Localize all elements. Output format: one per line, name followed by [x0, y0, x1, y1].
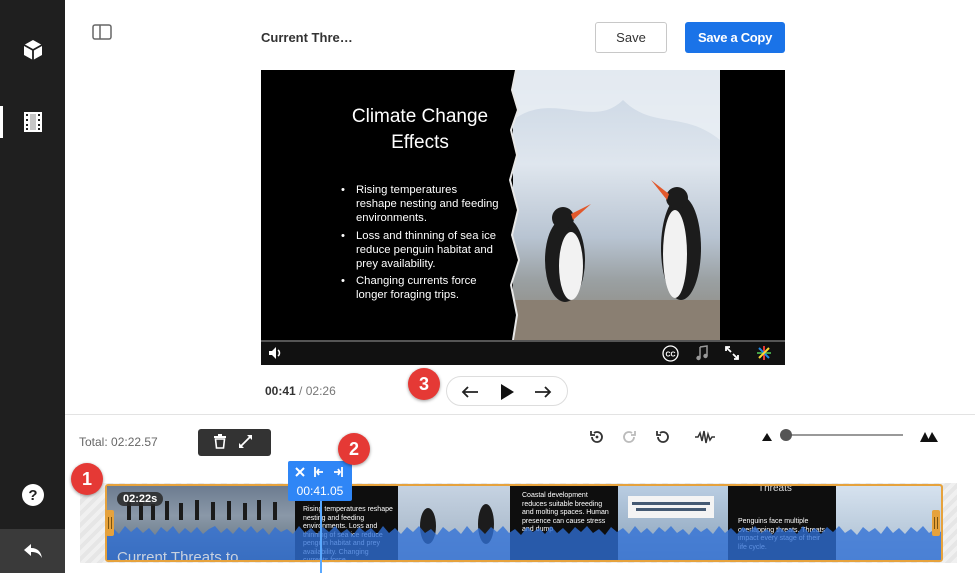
playhead[interactable]: 00:41.05: [288, 461, 352, 501]
trim-start-icon[interactable]: [313, 466, 325, 478]
clip-right-trim-handle[interactable]: [932, 510, 940, 536]
svg-text:CC: CC: [665, 351, 675, 358]
back-arrow-icon: [23, 544, 42, 558]
player-controls: CC: [261, 340, 785, 365]
clip-left-trim-handle[interactable]: [106, 510, 114, 536]
help-button[interactable]: ?: [0, 473, 65, 517]
playhead-tools: [288, 464, 352, 480]
left-rail: ?: [0, 0, 65, 573]
total-time: 02:26: [305, 384, 336, 398]
zoom-out-icon[interactable]: [758, 428, 776, 446]
total-duration: Total: 02:22.57: [79, 435, 158, 449]
rail-timeline-button[interactable]: [0, 100, 65, 144]
zoom-slider-handle[interactable]: [780, 429, 792, 441]
volume-icon[interactable]: [267, 344, 285, 362]
playback-nav: [446, 376, 568, 406]
clip-duration-badge: 02:22s: [117, 492, 164, 506]
delete-icon[interactable]: [213, 434, 229, 450]
music-note-icon[interactable]: [693, 344, 711, 362]
callout-marker-3: 3: [408, 368, 440, 400]
previous-button[interactable]: [460, 382, 480, 402]
callout-marker-1: 1: [71, 463, 103, 495]
project-title: Current Thre…: [261, 30, 353, 45]
slide-bullet: Changing currents force longer foraging …: [341, 274, 501, 302]
split-icon[interactable]: [294, 466, 306, 478]
cube-icon: [23, 40, 42, 60]
zoom-slider-track[interactable]: [785, 434, 903, 436]
slide-title: Climate Change Effects: [351, 106, 489, 153]
film-strip-icon: [23, 112, 42, 132]
playback-time: 00:41 / 02:26: [265, 384, 336, 398]
playhead-time: 00:41.05: [296, 484, 344, 498]
waveform-icon[interactable]: [694, 428, 716, 446]
captions-icon[interactable]: CC: [661, 344, 679, 362]
penguins-photo: [513, 70, 720, 340]
playhead-line[interactable]: [320, 501, 322, 573]
zoom-in-icon[interactable]: [918, 428, 940, 446]
expand-diagonal-icon[interactable]: [238, 434, 254, 450]
slide-bullets: Rising temperatures reshape nesting and …: [341, 183, 501, 306]
callout-marker-2: 2: [338, 433, 370, 465]
brand-icon: [755, 344, 773, 362]
back-button[interactable]: [0, 529, 65, 573]
current-time: 00:41: [265, 384, 296, 398]
clip-tools: [198, 429, 271, 456]
arrow-right-icon: [535, 386, 552, 398]
slide-bullet: Loss and thinning of sea ice reduce peng…: [341, 229, 501, 272]
video-preview[interactable]: Climate Change Effects Rising temperatur…: [261, 70, 785, 365]
help-icon: ?: [21, 484, 44, 506]
save-a-copy-button[interactable]: Save a Copy: [685, 22, 785, 53]
undo-icon[interactable]: [654, 428, 672, 446]
reset-icon[interactable]: [588, 428, 606, 446]
slide-bullet: Rising temperatures reshape nesting and …: [341, 183, 501, 226]
player-progress-bar[interactable]: [261, 340, 785, 342]
timeline-clip[interactable]: Rising temperatures reshape nesting and …: [105, 484, 943, 562]
next-button[interactable]: [533, 382, 553, 402]
thumb-title: Current Threats to: [117, 549, 239, 562]
redo-icon[interactable]: [620, 428, 638, 446]
video-editor: ? Current Thre… Save Save a Copy Climate…: [0, 0, 975, 573]
panel-toggle-icon[interactable]: [92, 24, 112, 40]
fullscreen-icon[interactable]: [723, 344, 741, 362]
trim-end-icon[interactable]: [332, 466, 344, 478]
arrow-left-icon: [461, 386, 478, 398]
play-button[interactable]: [497, 382, 517, 402]
save-button[interactable]: Save: [595, 22, 667, 53]
play-icon: [501, 384, 514, 400]
section-divider: [65, 414, 975, 415]
rail-media-button[interactable]: [0, 28, 65, 72]
svg-text:?: ?: [28, 487, 37, 504]
